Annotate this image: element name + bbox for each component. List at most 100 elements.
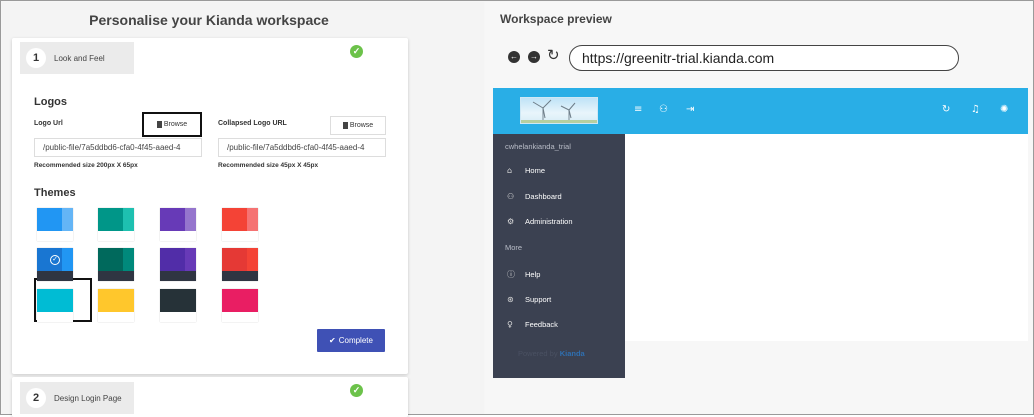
theme-accent-color — [62, 208, 73, 231]
theme-swatch[interactable] — [37, 289, 73, 322]
theme-accent-color — [185, 289, 196, 312]
collapsed-logo-recommended-size: Recommended size 45px X 45px — [218, 162, 319, 169]
sidebar-item-label: Help — [525, 270, 541, 279]
theme-swatch[interactable] — [222, 289, 258, 322]
sidebar-item-administration[interactable]: ⚙ Administration — [507, 217, 573, 226]
info-icon: ⓘ — [507, 270, 515, 279]
theme-accent-color — [123, 289, 134, 312]
app-sidebar: cwhelankianda_trial ⌂ Home ⚇ Dashboard ⚙ Ad… — [493, 134, 625, 378]
document-icon — [342, 122, 348, 129]
step-label: Look and Feel — [54, 53, 105, 63]
menu-icon[interactable]: ≡ — [634, 103, 642, 117]
theme-sidebar-color — [222, 312, 258, 322]
logo-browse-button[interactable]: Browse — [142, 112, 202, 137]
theme-swatch[interactable] — [37, 208, 73, 241]
theme-swatch[interactable] — [98, 248, 134, 281]
sidebar-username: cwhelankianda_trial — [505, 142, 571, 151]
themes-heading: Themes — [34, 187, 76, 199]
sidebar-item-support[interactable]: ⊛ Support — [507, 295, 551, 304]
sidebar-item-label: Administration — [525, 217, 573, 226]
theme-swatch[interactable] — [98, 208, 134, 241]
user-icon[interactable]: ⚇ — [659, 103, 668, 117]
sync-icon[interactable]: ↻ — [942, 103, 950, 117]
theme-accent-color — [247, 208, 258, 231]
theme-sidebar-color — [37, 271, 73, 281]
logos-heading: Logos — [34, 96, 67, 108]
browse-label: Browse — [349, 122, 374, 129]
settings-icon: ⚙ — [507, 217, 515, 226]
theme-swatch[interactable] — [160, 289, 196, 322]
sidebar-item-home[interactable]: ⌂ Home — [507, 166, 545, 175]
theme-sidebar-color — [160, 271, 196, 281]
theme-swatch[interactable]: ✓ — [37, 248, 73, 281]
theme-sidebar-color — [37, 231, 73, 241]
theme-sidebar-color — [98, 231, 134, 241]
theme-accent-color — [123, 208, 134, 231]
sidebar-more-heading: More — [505, 243, 523, 252]
theme-swatch[interactable] — [98, 289, 134, 322]
dashboard-icon: ⚇ — [507, 192, 515, 201]
support-icon: ⊛ — [507, 295, 514, 304]
theme-accent-color — [185, 248, 196, 271]
sidebar-item-feedback[interactable]: ♀ Feedback — [507, 320, 558, 329]
address-bar[interactable]: https://greenitr-trial.kianda.com — [569, 45, 959, 71]
theme-swatch[interactable] — [160, 248, 196, 281]
collapsed-logo-browse-button[interactable]: Browse — [330, 116, 386, 135]
logo-url-label: Logo Url — [34, 120, 63, 127]
workspace-preview-panel: Workspace preview ← → ↻ https://greenitr… — [485, 2, 1033, 414]
collapsed-logo-label: Collapsed Logo URL — [218, 120, 287, 127]
powered-by: Powered by Kianda — [518, 349, 585, 358]
powered-by-label: Powered by — [518, 349, 558, 358]
theme-swatch[interactable] — [160, 208, 196, 241]
step-number: 1 — [26, 48, 46, 68]
lightbulb-icon: ♀ — [507, 320, 513, 329]
sidebar-item-dashboard[interactable]: ⚇ Dashboard — [507, 192, 562, 201]
forward-icon[interactable]: → — [528, 51, 540, 63]
step-header-look-and-feel[interactable]: 1 Look and Feel — [20, 42, 134, 74]
step-card-design-login-page: 2 Design Login Page ✓ — [12, 377, 408, 417]
theme-sidebar-color — [222, 271, 258, 281]
personalise-panel: Personalise your Kianda workspace 1 Look… — [2, 2, 484, 417]
step-number: 2 — [26, 388, 46, 408]
theme-accent-color — [123, 248, 134, 271]
gear-icon[interactable]: ✺ — [1000, 103, 1008, 117]
step-complete-check-icon: ✓ — [350, 384, 363, 397]
browse-label: Browse — [163, 121, 188, 128]
theme-sidebar-color — [37, 312, 73, 322]
complete-button[interactable]: ✔ Complete — [317, 329, 385, 352]
workspace-logo — [520, 97, 598, 124]
check-icon: ✔ — [329, 336, 336, 345]
complete-label: Complete — [338, 336, 373, 345]
theme-sidebar-color — [98, 271, 134, 281]
theme-swatch[interactable] — [222, 208, 258, 241]
app-top-bar: ≡ ⚇ ⇥ ↻ ♫ ✺ — [493, 88, 1028, 134]
theme-accent-color — [62, 248, 73, 271]
collapsed-logo-url-input[interactable]: /public-file/7a5ddbd6-cfa0-4f45-aaed-4 — [218, 138, 386, 157]
panel-title: Personalise your Kianda workspace — [89, 12, 329, 28]
logo-recommended-size: Recommended size 200px X 65px — [34, 162, 138, 169]
bell-icon[interactable]: ♫ — [971, 103, 980, 117]
window-frame: Personalise your Kianda workspace 1 Look… — [0, 0, 1034, 417]
theme-accent-color — [247, 289, 258, 312]
step-header-design-login-page[interactable]: 2 Design Login Page — [20, 382, 134, 414]
theme-accent-color — [185, 208, 196, 231]
sidebar-item-label: Dashboard — [525, 192, 562, 201]
logo-url-input[interactable]: /public-file/7a5ddbd6-cfa0-4f45-aaed-4 — [34, 138, 202, 157]
step-label: Design Login Page — [54, 393, 122, 403]
theme-accent-color — [247, 248, 258, 271]
logout-icon[interactable]: ⇥ — [686, 103, 694, 117]
sidebar-item-label: Support — [525, 295, 552, 304]
url-text: https://greenitr-trial.kianda.com — [582, 50, 775, 66]
app-content-area — [625, 134, 1028, 341]
back-icon[interactable]: ← — [508, 51, 520, 63]
home-icon: ⌂ — [507, 166, 513, 175]
preview-title: Workspace preview — [500, 12, 612, 26]
reload-icon[interactable]: ↻ — [547, 48, 560, 63]
theme-accent-color — [62, 289, 73, 312]
sidebar-item-help[interactable]: ⓘ Help — [507, 269, 540, 280]
sidebar-item-label: Feedback — [525, 320, 558, 329]
theme-sidebar-color — [160, 312, 196, 322]
theme-sidebar-color — [222, 231, 258, 241]
theme-swatch[interactable] — [222, 248, 258, 281]
sidebar-item-label: Home — [525, 166, 546, 175]
